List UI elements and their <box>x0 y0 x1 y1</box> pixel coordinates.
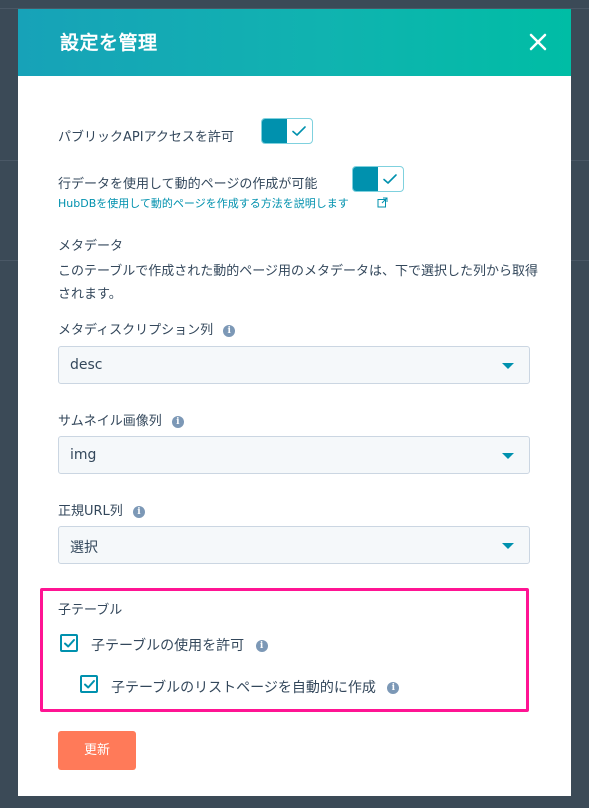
close-button[interactable] <box>523 27 553 57</box>
info-icon[interactable]: i <box>387 682 400 694</box>
allow-child-tables-label: 子テーブルの使用を許可 <box>91 638 245 654</box>
canonical-url-label: 正規URL列 <box>58 504 123 519</box>
check-icon <box>292 126 306 136</box>
caret-down-icon <box>502 363 514 369</box>
settings-modal: 設定を管理 パブリックAPIアクセスを許可 行データを使用して動的ページの作成が… <box>18 9 571 796</box>
allow-child-tables-field: 子テーブルの使用を許可 i <box>91 635 268 655</box>
thumbnail-select[interactable]: img <box>58 436 530 474</box>
public-api-toggle[interactable] <box>261 118 313 144</box>
child-tables-heading: 子テーブル <box>58 603 123 618</box>
canonical-url-field-label: 正規URL列 i <box>58 500 145 519</box>
modal-header: 設定を管理 <box>18 9 571 76</box>
external-link-icon <box>377 197 388 208</box>
select-value: img <box>70 447 97 463</box>
info-icon[interactable]: i <box>171 415 184 428</box>
toggle-knob <box>262 119 287 143</box>
dynamic-pages-label: 行データを使用して動的ページの作成が可能 <box>58 177 318 192</box>
check-icon <box>64 639 75 648</box>
meta-description-select[interactable]: desc <box>58 346 530 384</box>
update-button[interactable]: 更新 <box>58 731 136 770</box>
allow-child-tables-checkbox[interactable] <box>60 634 78 652</box>
thumbnail-field-label: サムネイル画像列 i <box>58 410 184 429</box>
metadata-description: このテーブルで作成された動的ページ用のメタデータは、下で選択した列から取得されま… <box>58 264 538 302</box>
caret-down-icon <box>502 543 514 549</box>
modal-title: 設定を管理 <box>60 32 158 54</box>
select-value: 選択 <box>70 540 98 556</box>
thumbnail-label: サムネイル画像列 <box>58 414 162 429</box>
info-icon[interactable]: i <box>255 640 268 652</box>
caret-down-icon <box>502 453 514 459</box>
close-icon <box>529 33 547 51</box>
check-icon <box>84 680 95 689</box>
meta-description-field-label: メタディスクリプション列 i <box>58 319 236 338</box>
info-icon[interactable]: i <box>132 505 145 518</box>
public-api-label: パブリックAPIアクセスを許可 <box>58 130 234 145</box>
meta-description-label: メタディスクリプション列 <box>58 323 214 338</box>
info-icon[interactable]: i <box>223 324 236 337</box>
canonical-url-select[interactable]: 選択 <box>58 526 530 564</box>
auto-list-page-label: 子テーブルのリストページを自動的に作成 <box>111 680 376 696</box>
hubdb-help-link[interactable]: HubDBを使用して動的ページを作成する方法を説明します <box>58 195 349 211</box>
dynamic-pages-toggle[interactable] <box>352 166 404 192</box>
auto-list-page-checkbox[interactable] <box>80 675 98 693</box>
metadata-heading: メタデータ <box>58 239 124 254</box>
select-value: desc <box>70 357 103 373</box>
check-icon <box>383 174 397 184</box>
toggle-knob <box>353 167 378 191</box>
auto-list-page-field: 子テーブルのリストページを自動的に作成 i <box>111 677 400 697</box>
